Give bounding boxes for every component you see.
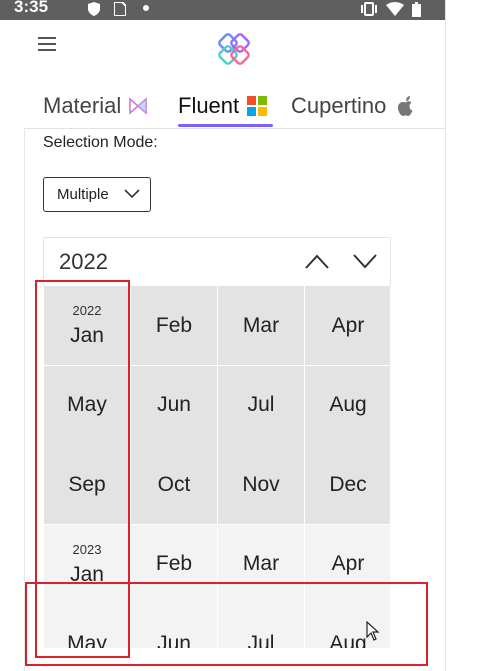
month-cell[interactable]: Dec <box>305 445 390 524</box>
chevron-down-icon <box>124 189 140 199</box>
mouse-cursor-icon <box>366 621 380 641</box>
vibrate-icon <box>361 2 377 16</box>
month-cell-label: Dec <box>329 472 367 496</box>
tab-material-label: Material <box>43 93 122 118</box>
chevron-down-icon[interactable] <box>352 252 378 270</box>
month-cell-label: Apr <box>331 313 365 337</box>
month-cell-label: Apr <box>331 552 365 575</box>
month-cell[interactable]: Mar <box>218 286 304 365</box>
selection-mode-label: Selection Mode: <box>43 134 158 151</box>
month-grid: 2022 Jan Feb Mar Apr May Jun Jul Aug Sep Oct Nov Dec… <box>44 286 390 648</box>
selection-mode-dropdown[interactable]: Multiple <box>43 177 151 212</box>
month-cell-label: Feb <box>155 552 193 575</box>
apple-icon <box>398 96 413 116</box>
tab-cupertino[interactable]: Cupertino <box>291 86 415 126</box>
month-cell-label: Mar <box>242 313 280 337</box>
month-cell[interactable]: Apr <box>305 286 390 365</box>
material-icon <box>129 97 148 115</box>
month-cell-label: Oct <box>157 472 191 496</box>
month-cell-label: Nov <box>242 472 280 496</box>
tab-fluent[interactable]: Fluent <box>178 86 268 126</box>
active-tab-indicator <box>178 124 273 127</box>
battery-icon <box>412 2 421 17</box>
month-cell[interactable]: Jun <box>131 604 217 648</box>
sim-icon <box>114 2 126 16</box>
month-cell-label: Jun <box>157 393 191 416</box>
month-cell[interactable]: Feb <box>131 286 217 365</box>
month-cell-label: May <box>67 393 107 416</box>
chevron-up-icon[interactable] <box>304 252 330 270</box>
month-cell-label: Sep <box>68 472 106 496</box>
month-cell[interactable]: Jul <box>218 604 304 648</box>
status-bar: 3:35 <box>0 0 445 20</box>
tab-material[interactable]: Material <box>43 86 148 126</box>
month-cell-label: Mar <box>242 552 280 575</box>
month-cell[interactable]: Apr <box>305 524 390 604</box>
month-cell[interactable]: Sep <box>44 445 130 524</box>
month-cell[interactable]: 2022 Jan <box>44 286 130 365</box>
month-cell-label: Aug <box>329 631 367 649</box>
month-cell-year: 2022 <box>72 303 102 318</box>
month-cell-label: Jan <box>70 562 104 586</box>
month-cell[interactable]: May <box>44 604 130 648</box>
menu-icon[interactable] <box>38 37 56 51</box>
month-cell[interactable]: Jun <box>131 365 217 445</box>
content-left-border <box>24 128 25 671</box>
calendar-header: 2022 <box>43 237 391 286</box>
selection-mode-value: Multiple <box>57 186 109 203</box>
tab-fluent-label: Fluent <box>178 93 240 118</box>
month-cell[interactable]: 2023 Jan <box>44 524 130 604</box>
windows-icon <box>247 96 268 116</box>
month-cell-label: Jan <box>70 324 104 347</box>
wifi-icon <box>386 2 404 16</box>
month-cell-label: Jul <box>247 393 275 416</box>
month-cell-label: May <box>67 631 107 649</box>
tabs-divider <box>24 128 445 129</box>
month-cell-label: Feb <box>155 313 193 337</box>
month-cell[interactable]: Mar <box>218 524 304 604</box>
month-cell[interactable]: Nov <box>218 445 304 524</box>
month-cell[interactable]: Feb <box>131 524 217 604</box>
theme-tabs: Material Fluent Cupertino <box>0 86 445 128</box>
month-cell[interactable]: Oct <box>131 445 217 524</box>
month-cell[interactable]: Jul <box>218 365 304 445</box>
month-cell-label: Jun <box>157 631 191 649</box>
month-cell[interactable]: May <box>44 365 130 445</box>
shield-icon <box>88 2 100 16</box>
month-cell[interactable]: Aug <box>305 365 390 445</box>
calendar-header-year[interactable]: 2022 <box>59 249 108 275</box>
dot-icon <box>143 5 149 11</box>
right-gutter <box>445 0 479 671</box>
tab-cupertino-label: Cupertino <box>291 93 387 118</box>
month-cell-year: 2023 <box>72 541 102 557</box>
month-cell-label: Jul <box>247 631 275 649</box>
status-time: 3:35 <box>14 0 49 16</box>
month-cell-label: Aug <box>329 393 367 416</box>
app-logo-icon <box>218 33 250 65</box>
